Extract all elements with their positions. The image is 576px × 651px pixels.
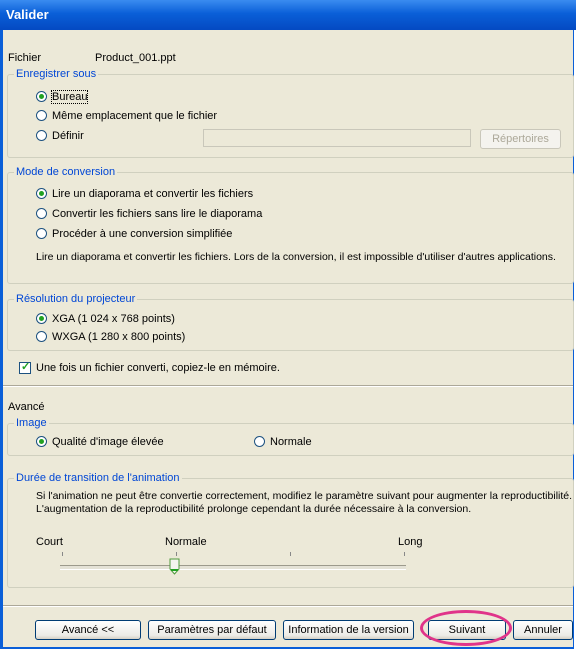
title-bar: Valider	[0, 0, 576, 30]
conversion-mode-legend: Mode de conversion	[14, 166, 118, 178]
cancel-button[interactable]: Annuler	[513, 620, 573, 640]
window-title: Valider	[6, 7, 49, 22]
projector-resolution-legend: Résolution du projecteur	[14, 293, 138, 305]
radio-normal-quality-label[interactable]: Normale	[270, 436, 312, 448]
radio-bureau[interactable]	[36, 91, 47, 102]
radio-bureau-label[interactable]: Bureau	[50, 90, 89, 104]
radio-simplified-conversion[interactable]	[36, 228, 47, 239]
slider-label-normal: Normale	[165, 536, 207, 548]
radio-xga[interactable]	[36, 313, 47, 324]
slider-tick	[290, 552, 291, 556]
slider-tick	[176, 552, 177, 556]
radio-define-label[interactable]: Définir	[52, 130, 84, 142]
radio-xga-label[interactable]: XGA (1 024 x 768 points)	[52, 313, 175, 325]
slider-label-short: Court	[36, 536, 63, 548]
default-settings-button[interactable]: Paramètres par défaut	[148, 620, 276, 640]
animation-slider-thumb[interactable]	[169, 558, 180, 575]
section-divider	[3, 385, 573, 387]
advanced-heading: Avancé	[8, 401, 45, 413]
radio-wxga[interactable]	[36, 331, 47, 342]
projector-resolution-group: Résolution du projecteur	[7, 293, 574, 351]
save-path-field[interactable]	[203, 129, 471, 147]
copy-to-memory-checkbox[interactable]	[19, 360, 31, 374]
animation-duration-legend: Durée de transition de l'animation	[14, 472, 182, 484]
file-label: Fichier	[8, 52, 42, 64]
radio-same-location[interactable]	[36, 110, 47, 121]
conversion-description: Lire un diaporama et convertir les fichi…	[36, 251, 556, 263]
radio-define[interactable]	[36, 130, 47, 141]
animation-description-1: Si l'animation ne peut être convertie co…	[36, 490, 573, 502]
radio-high-quality[interactable]	[36, 436, 47, 447]
radio-read-and-convert[interactable]	[36, 188, 47, 199]
radio-convert-without-read-label[interactable]: Convertir les fichiers sans lire le diap…	[52, 208, 262, 220]
radio-simplified-conversion-label[interactable]: Procéder à une conversion simplifiée	[52, 228, 232, 240]
slider-label-long: Long	[398, 536, 423, 548]
radio-high-quality-label[interactable]: Qualité d'image élevée	[52, 436, 164, 448]
image-quality-legend: Image	[14, 417, 49, 429]
browse-directories-button[interactable]: Répertoires	[480, 129, 561, 149]
next-button-highlight-ring	[420, 610, 512, 646]
radio-wxga-label[interactable]: WXGA (1 280 x 800 points)	[52, 331, 185, 343]
advanced-toggle-button[interactable]: Avancé <<	[35, 620, 141, 640]
radio-normal-quality[interactable]	[254, 436, 265, 447]
slider-tick	[404, 552, 405, 556]
version-info-button[interactable]: Information de la version	[283, 620, 414, 640]
footer-divider	[3, 605, 573, 607]
radio-same-location-label[interactable]: Même emplacement que le fichier	[52, 110, 217, 122]
file-name: Product_001.ppt	[95, 52, 176, 64]
animation-slider-track[interactable]	[60, 565, 406, 570]
animation-description-2: L'augmentation de la reproductibilité pr…	[36, 503, 472, 515]
copy-to-memory-label[interactable]: Une fois un fichier converti, copiez-le …	[36, 362, 280, 374]
save-location-legend: Enregistrer sous	[14, 68, 99, 80]
slider-tick	[62, 552, 63, 556]
radio-convert-without-read[interactable]	[36, 208, 47, 219]
radio-read-and-convert-label[interactable]: Lire un diaporama et convertir les fichi…	[52, 188, 253, 200]
